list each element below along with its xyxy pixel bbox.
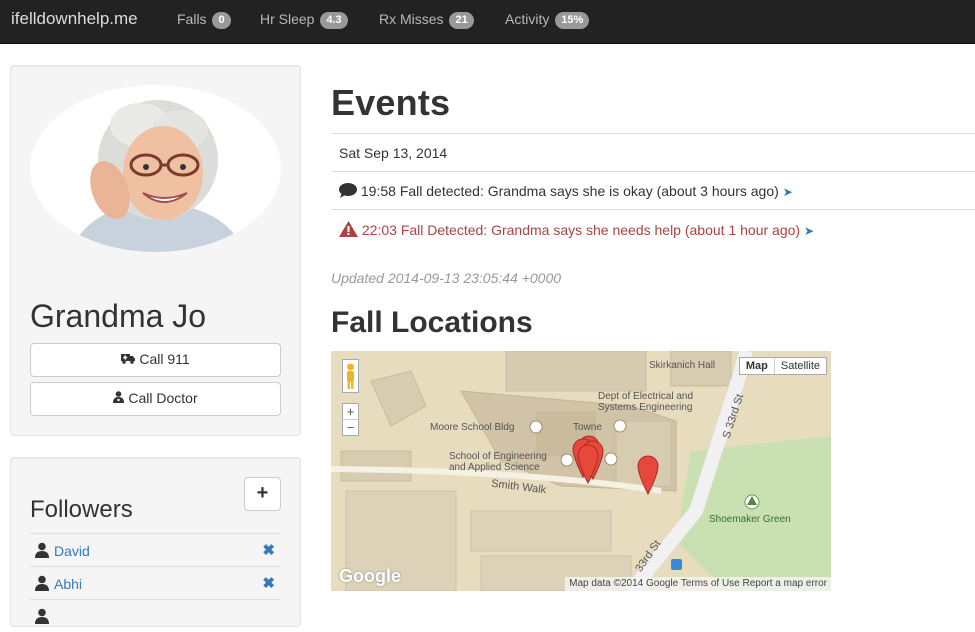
map-label-moore: Moore School Bldg: [430, 422, 515, 433]
falls-badge: 0: [212, 12, 231, 29]
map-label-shoemaker: Shoemaker Green: [709, 514, 791, 525]
updated-timestamp: Updated 2014-09-13 23:05:44 +0000: [331, 270, 562, 286]
follower-name[interactable]: David: [54, 543, 90, 559]
comment-icon: [339, 183, 357, 198]
zoom-in-button[interactable]: +: [343, 404, 358, 420]
user-md-icon: [113, 384, 125, 415]
sleep-badge: 4.3: [320, 12, 348, 29]
map-label-seas: School of Engineering and Applied Scienc…: [449, 451, 547, 473]
follower-name[interactable]: Abhi: [54, 576, 82, 592]
pegman-icon: [347, 363, 354, 389]
map-label-dept: Dept of Electrical and Systems Engineeri…: [598, 391, 694, 413]
remove-follower-icon[interactable]: ✖: [262, 541, 275, 559]
map-canvas[interactable]: [331, 351, 831, 591]
follower-row: [30, 599, 281, 632]
zoom-control: + −: [342, 403, 359, 436]
call-911-button[interactable]: Call 911: [30, 343, 281, 377]
pegman-control[interactable]: [342, 359, 359, 393]
followers-title: Followers: [30, 496, 133, 523]
user-icon: [35, 542, 49, 558]
map-label-skirkanich: Skirkanich Hall: [649, 360, 716, 371]
event-date-row: Sat Sep 13, 2014: [331, 133, 975, 171]
zoom-out-button[interactable]: −: [343, 420, 358, 435]
nav-item-rx-misses[interactable]: Rx Misses 21: [379, 11, 474, 29]
top-navbar: ifelldownhelp.me Falls 0 Hr Sleep 4.3 Rx…: [0, 0, 975, 44]
fall-locations-map[interactable]: Skirkanich Hall Dept of Electrical and S…: [331, 351, 831, 591]
location-arrow-icon[interactable]: ➤: [783, 185, 793, 199]
map-tab-map[interactable]: Map: [740, 358, 775, 374]
warning-icon: [339, 221, 358, 237]
event-row: 19:58 Fall detected: Grandma says she is…: [331, 171, 975, 209]
add-follower-button[interactable]: +: [244, 477, 281, 511]
nav-item-falls[interactable]: Falls 0: [177, 11, 231, 29]
nav-item-activity[interactable]: Activity 15%: [505, 11, 590, 29]
events-table: Sat Sep 13, 2014 19:58 Fall detected: Gr…: [331, 133, 975, 247]
profile-name: Grandma Jo: [30, 298, 207, 334]
fall-locations-heading: Fall Locations: [331, 306, 533, 339]
follower-row: Abhi ✖: [30, 566, 281, 599]
google-logo: Google: [339, 566, 401, 586]
user-icon: [35, 575, 49, 591]
event-date: Sat Sep 13, 2014: [339, 145, 448, 161]
location-arrow-icon[interactable]: ➤: [804, 224, 814, 238]
map-label-towne: Towne: [573, 422, 602, 433]
map-type-control: Map Satellite: [738, 357, 827, 375]
brand-link[interactable]: ifelldownhelp.me: [11, 9, 138, 29]
remove-follower-icon[interactable]: ✖: [262, 574, 275, 592]
grandma-photo: [30, 85, 281, 252]
followers-card: Followers + David ✖ Abhi ✖: [10, 457, 301, 627]
map-footer[interactable]: Map data ©2014 Google Terms of Use Repor…: [565, 577, 831, 591]
avatar: [30, 85, 281, 252]
map-tab-satellite[interactable]: Satellite: [775, 358, 826, 374]
rx-badge: 21: [449, 12, 474, 29]
ambulance-icon: [121, 345, 136, 376]
profile-card: Grandma Jo Call 911 Call Doctor: [10, 65, 301, 436]
follower-row: David ✖: [30, 533, 281, 566]
user-icon: [35, 608, 49, 624]
call-doctor-button[interactable]: Call Doctor: [30, 382, 281, 416]
events-heading: Events: [331, 82, 451, 123]
activity-badge: 15%: [555, 12, 590, 29]
nav-item-hr-sleep[interactable]: Hr Sleep 4.3: [260, 11, 348, 29]
event-row-alert: 22:03 Fall Detected: Grandma says she ne…: [331, 209, 975, 247]
